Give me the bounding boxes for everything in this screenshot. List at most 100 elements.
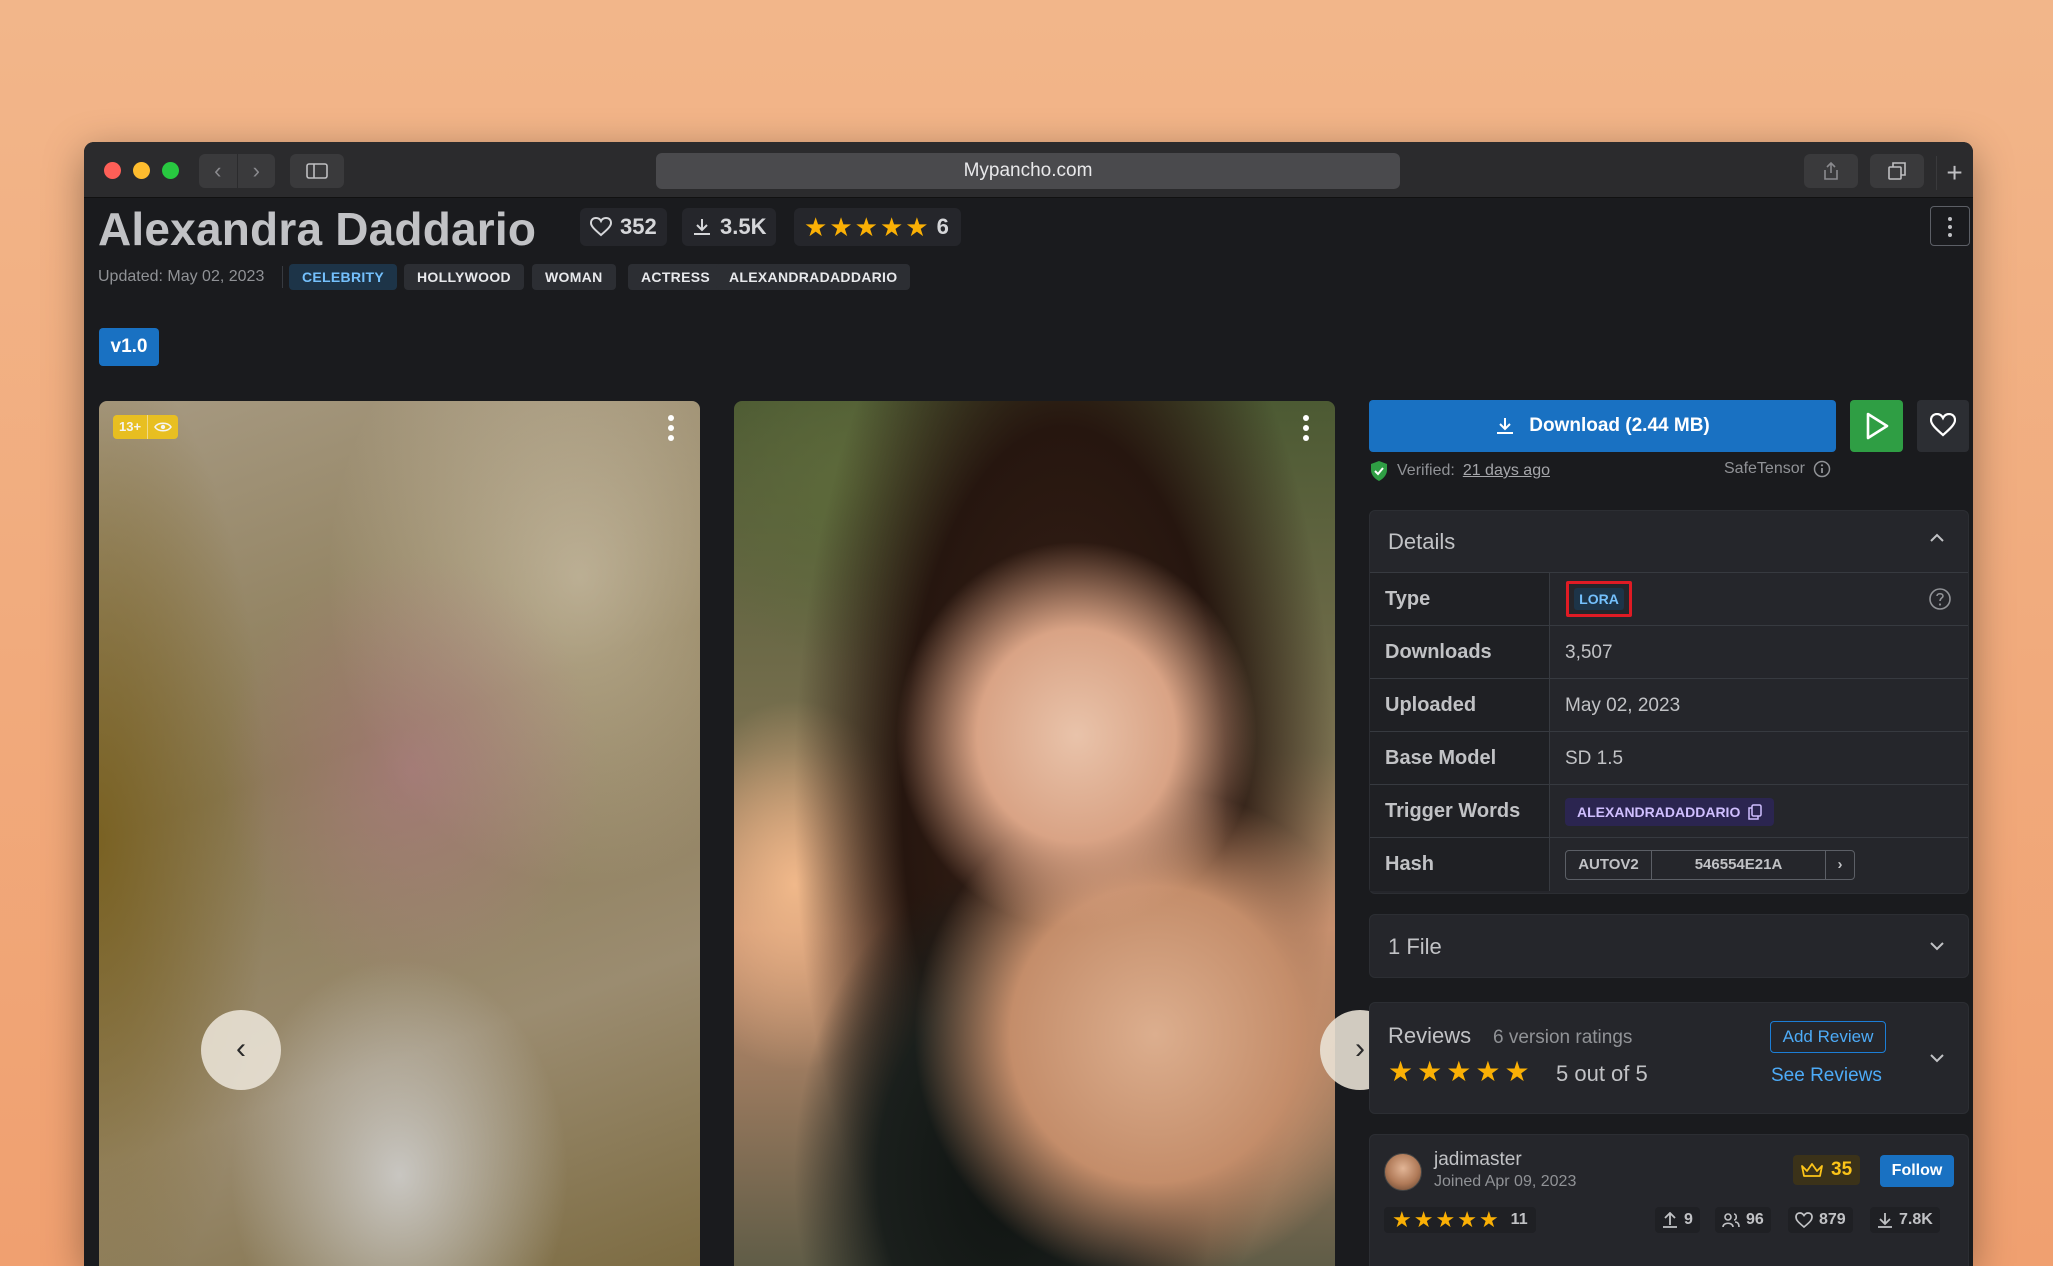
copy-icon[interactable] <box>1748 804 1763 820</box>
details-title: Details <box>1388 529 1456 554</box>
verified-date-link[interactable]: 21 days ago <box>1463 462 1550 480</box>
downloads-count: 3.5K <box>720 214 767 239</box>
likes-count: 879 <box>1819 1211 1846 1228</box>
share-icon <box>1824 162 1838 180</box>
favorite-button[interactable] <box>1917 400 1969 452</box>
trigger-word-tag[interactable]: ALEXANDRADADDARIO <box>1565 798 1775 826</box>
tag-actress[interactable]: ACTRESS <box>628 264 723 290</box>
share-button[interactable] <box>1804 154 1858 188</box>
files-title: 1 File <box>1388 934 1442 959</box>
type-badge[interactable]: LORA <box>1574 588 1624 610</box>
trigger-word: ALEXANDRADADDARIO <box>1577 804 1741 820</box>
downloads-count: 7.8K <box>1899 1211 1933 1228</box>
tabs-icon <box>1888 162 1906 180</box>
detail-row-base-model: Base Model SD 1.5 <box>1370 732 1968 785</box>
file-format: SafeTensor <box>1724 460 1831 478</box>
star-icon: ★ <box>1435 1207 1456 1232</box>
creator-card: jadimaster Joined Apr 09, 2023 35 Follow… <box>1369 1134 1969 1266</box>
detail-label: Uploaded <box>1370 679 1550 731</box>
forward-icon[interactable]: › <box>238 154 276 188</box>
follow-button[interactable]: Follow <box>1880 1155 1954 1187</box>
nsfw-badge[interactable]: 13+ <box>113 415 179 439</box>
avatar[interactable] <box>1384 1153 1422 1191</box>
help-icon[interactable] <box>1928 587 1952 611</box>
verified-label: Verified: <box>1397 462 1455 479</box>
chevron-up-icon[interactable] <box>1928 529 1946 547</box>
tag-hollywood[interactable]: HOLLYWOOD <box>404 264 524 290</box>
sidebar-icon <box>306 163 328 179</box>
creator-uploads: 9 <box>1655 1207 1700 1233</box>
detail-row-downloads: Downloads 3,507 <box>1370 626 1968 679</box>
gallery-image-blurred[interactable]: 13+ <box>99 401 700 1266</box>
minimize-window-button[interactable] <box>133 162 150 179</box>
hash-algo[interactable]: AUTOV2 <box>1566 851 1652 879</box>
address-bar[interactable]: Mypancho.com <box>656 153 1400 189</box>
followers-count: 96 <box>1746 1211 1764 1228</box>
info-icon[interactable] <box>1813 460 1831 478</box>
download-button[interactable]: Download (2.44 MB) <box>1369 400 1836 452</box>
tag-woman[interactable]: WOMAN <box>532 264 616 290</box>
page-menu-button[interactable] <box>1930 206 1970 246</box>
tab-overview-button[interactable] <box>1870 154 1924 188</box>
creator-rating: ★ ★ ★ ★ ★ 11 <box>1384 1207 1536 1233</box>
hash-value[interactable]: 546554E21A <box>1652 851 1826 879</box>
star-icon: ★ <box>1475 1056 1501 1087</box>
reviews-score: 5 out of 5 <box>1556 1061 1648 1086</box>
download-icon <box>694 219 710 235</box>
image-menu-button[interactable] <box>1301 415 1311 445</box>
see-reviews-link[interactable]: See Reviews <box>1771 1065 1882 1087</box>
star-icon: ★ <box>829 212 853 242</box>
add-review-button[interactable]: Add Review <box>1770 1021 1886 1053</box>
new-tab-button[interactable]: + <box>1936 156 1972 190</box>
browser-window: ‹ › Mypancho.com + Alexandra Daddario 35… <box>84 142 1973 1266</box>
tag-celebrity[interactable]: CELEBRITY <box>289 264 398 290</box>
star-icon: ★ <box>905 212 929 242</box>
history-nav: ‹ › <box>199 154 275 188</box>
likes-stat[interactable]: 352 <box>580 208 667 246</box>
chevron-right-icon[interactable]: › <box>1826 851 1854 879</box>
gallery-image-portrait[interactable] <box>734 401 1335 1266</box>
detail-label: Base Model <box>1370 732 1550 784</box>
reviews-panel: Reviews 6 version ratings ★ ★ ★ ★ ★ 5 ou… <box>1369 1002 1969 1114</box>
type-badge-highlight: LORA <box>1566 581 1632 617</box>
detail-row-hash: Hash AUTOV2 546554E21A › <box>1370 838 1968 891</box>
more-vertical-icon <box>1931 207 1969 237</box>
reviews-subtitle: 6 version ratings <box>1493 1027 1633 1048</box>
zoom-window-button[interactable] <box>162 162 179 179</box>
nsfw-rating: 13+ <box>119 419 142 434</box>
chevron-left-icon: ‹ <box>236 1032 246 1065</box>
files-panel[interactable]: 1 File <box>1369 914 1969 978</box>
crown-icon <box>1801 1163 1823 1177</box>
image-menu-button[interactable] <box>666 415 676 445</box>
sidebar-toggle-button[interactable] <box>290 154 344 188</box>
creator-joined: Joined Apr 09, 2023 <box>1434 1173 1577 1190</box>
browser-titlebar: ‹ › Mypancho.com + <box>84 142 1973 198</box>
heart-icon <box>1795 1212 1813 1228</box>
chevron-down-icon[interactable] <box>1928 1049 1946 1067</box>
page-content: Alexandra Daddario 352 3.5K ★ ★ ★ ★ ★ 6 … <box>84 198 1973 1266</box>
tag-alexandradaddario[interactable]: ALEXANDRADADDARIO <box>716 264 911 290</box>
star-icon: ★ <box>854 212 878 242</box>
creator-name[interactable]: jadimaster <box>1434 1149 1522 1171</box>
creator-likes: 879 <box>1788 1207 1853 1233</box>
run-button[interactable] <box>1850 400 1903 452</box>
close-window-button[interactable] <box>104 162 121 179</box>
star-icon: ★ <box>1446 1056 1472 1087</box>
shield-check-icon <box>1371 461 1387 481</box>
back-icon[interactable]: ‹ <box>199 154 238 188</box>
creator-followers: 96 <box>1715 1207 1771 1233</box>
version-button[interactable]: v1.0 <box>99 328 159 366</box>
detail-value: SD 1.5 <box>1565 748 1624 769</box>
star-icon: ★ <box>1478 1207 1499 1232</box>
detail-label: Downloads <box>1370 626 1550 678</box>
star-icon: ★ <box>1457 1207 1477 1232</box>
rating-stat[interactable]: ★ ★ ★ ★ ★ 6 <box>794 208 961 246</box>
creator-rating-count: 11 <box>1510 1211 1528 1228</box>
star-icon: ★ <box>1392 1207 1412 1232</box>
details-header[interactable]: Details <box>1370 511 1968 573</box>
updated-date: Updated: May 02, 2023 <box>98 268 265 285</box>
eye-icon <box>154 422 172 432</box>
users-icon <box>1722 1213 1740 1228</box>
chevron-down-icon[interactable] <box>1928 937 1946 955</box>
carousel-prev-button[interactable]: ‹ <box>201 1010 281 1090</box>
